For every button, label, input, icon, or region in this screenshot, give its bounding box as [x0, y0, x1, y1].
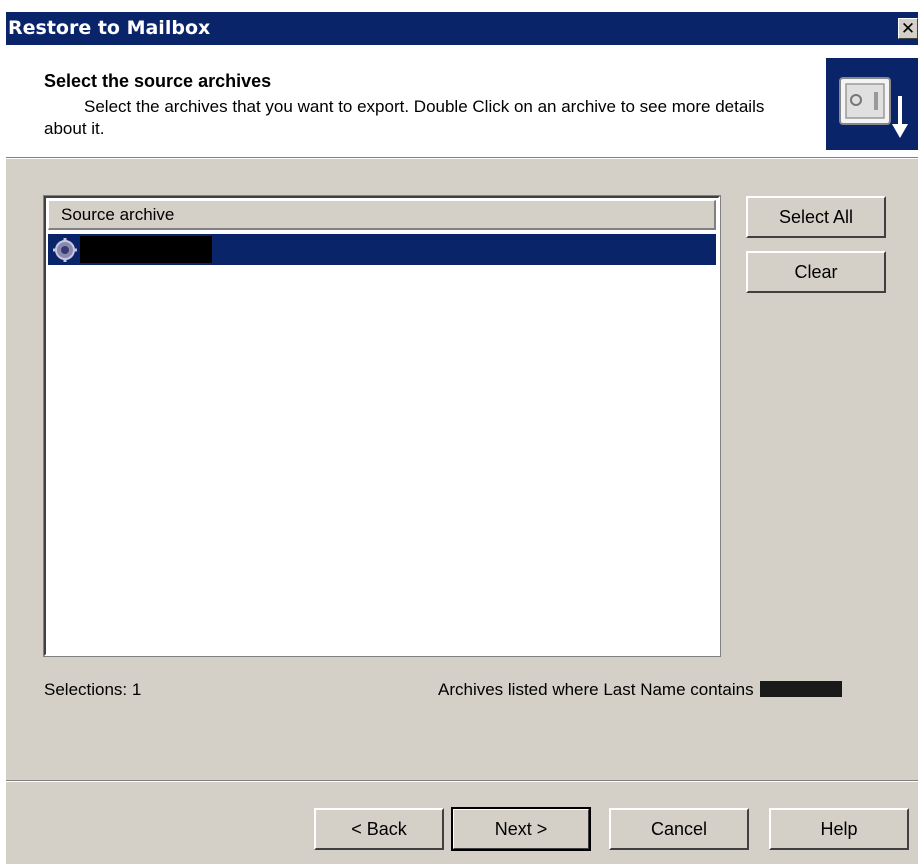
- page-title: Select the source archives: [44, 71, 272, 91]
- cancel-button[interactable]: Cancel: [609, 808, 749, 850]
- help-button[interactable]: Help: [769, 808, 909, 850]
- header-divider-highlight: [6, 158, 918, 159]
- restore-dialog: Restore to Mailbox ✕ Select the source a…: [6, 12, 918, 864]
- page-description: Select the archives that you want to exp…: [44, 97, 765, 138]
- close-button[interactable]: ✕: [898, 18, 918, 39]
- filter-status-text: Archives listed where Last Name contains: [438, 680, 754, 699]
- vault-restore-icon: [826, 58, 918, 150]
- redacted-filter-value: [759, 681, 842, 697]
- close-icon: ✕: [900, 19, 916, 39]
- selections-count: Selections: 1: [44, 680, 142, 699]
- select-all-button[interactable]: Select All: [746, 196, 886, 238]
- window-title: Restore to Mailbox: [8, 17, 211, 39]
- clear-button[interactable]: Clear: [746, 251, 886, 293]
- archive-gear-icon: [52, 237, 78, 268]
- footer-divider-highlight: [6, 781, 918, 782]
- back-button[interactable]: < Back: [314, 808, 444, 850]
- source-archive-list[interactable]: Source archive: [43, 195, 721, 657]
- redacted-archive-name: [80, 236, 212, 263]
- column-header-source-archive[interactable]: Source archive: [48, 200, 716, 230]
- title-bar: Restore to Mailbox ✕: [6, 12, 918, 45]
- wizard-header: Select the source archives Select the ar…: [6, 45, 918, 157]
- list-item[interactable]: [48, 234, 716, 265]
- filter-status: Archives listed where Last Name contains: [438, 680, 842, 700]
- next-button[interactable]: Next >: [451, 807, 591, 851]
